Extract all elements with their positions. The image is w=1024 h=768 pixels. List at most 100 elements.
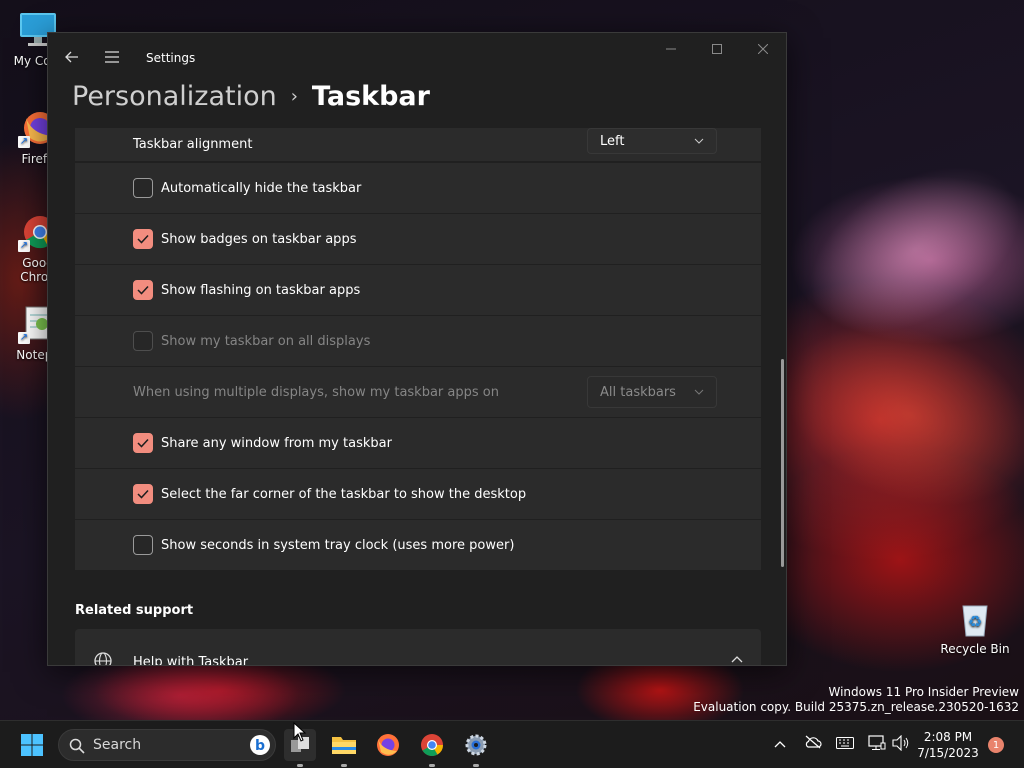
far-corner-show-desktop-row[interactable]: Select the far corner of the taskbar to …: [75, 469, 761, 519]
firefox-icon: [377, 734, 399, 756]
search-placeholder: Search: [93, 737, 142, 753]
shortcut-arrow-icon: ↗: [18, 240, 30, 252]
setting-label: Share any window from my taskbar: [161, 435, 392, 451]
back-button[interactable]: [60, 45, 84, 69]
settings-window: Settings Personalization › Taskbar Taskb…: [47, 32, 787, 666]
hamburger-menu-icon: [105, 51, 119, 63]
taskbar-alignment-row: Taskbar alignment Left: [75, 128, 761, 161]
volume-tray-button[interactable]: [892, 734, 910, 755]
checkmark-icon: [137, 438, 149, 448]
keyboard-icon: [836, 737, 854, 749]
taskbar-search-box[interactable]: Search b: [58, 729, 276, 761]
setting-label: Help with Taskbar: [133, 655, 249, 666]
cloud-off-icon: [805, 735, 822, 749]
shortcut-arrow-icon: ↗: [18, 332, 30, 344]
show-flashing-row[interactable]: Show flashing on taskbar apps: [75, 265, 761, 315]
globe-icon: [94, 652, 112, 665]
clock-date: 7/15/2023: [917, 746, 979, 760]
checkmark-icon: [137, 489, 149, 499]
desktop-icon-label: Recycle Bin: [940, 642, 1010, 656]
close-icon: [758, 44, 768, 54]
setting-label: Show seconds in system tray clock (uses …: [161, 537, 515, 553]
chrome-taskbar-button[interactable]: [416, 729, 448, 767]
related-support-heading: Related support: [75, 603, 194, 618]
chevron-down-icon: [694, 138, 704, 144]
running-indicator: [473, 764, 479, 767]
watermark-line: Evaluation copy. Build 25375.zn_release.…: [693, 700, 1019, 714]
menu-button[interactable]: [100, 45, 124, 69]
taskbar: Search b 2:08 PM 7/15/2023 1: [0, 720, 1024, 768]
checkmark-icon: [137, 234, 149, 244]
bing-icon: b: [250, 735, 270, 755]
network-tray-button[interactable]: [868, 735, 886, 755]
auto-hide-taskbar-checkbox[interactable]: [133, 178, 153, 198]
keyboard-tray-button[interactable]: [836, 737, 854, 753]
app-title: Settings: [146, 51, 196, 65]
maximize-button[interactable]: [694, 33, 740, 65]
setting-label: Show badges on taskbar apps: [161, 231, 357, 247]
folder-icon: [332, 737, 356, 754]
chevron-up-icon[interactable]: [731, 655, 743, 663]
share-window-row[interactable]: Share any window from my taskbar: [75, 418, 761, 468]
checkmark-icon: [137, 285, 149, 295]
share-window-checkbox[interactable]: [133, 433, 153, 453]
svg-text:b: b: [255, 738, 265, 754]
start-button[interactable]: [16, 729, 48, 761]
minimize-button[interactable]: [648, 33, 694, 65]
onedrive-tray-button[interactable]: [804, 735, 822, 753]
network-monitor-icon: [868, 735, 886, 750]
show-seconds-row[interactable]: Show seconds in system tray clock (uses …: [75, 520, 761, 570]
show-hidden-icons-button[interactable]: [774, 737, 786, 752]
chevron-up-icon: [774, 741, 786, 748]
shortcut-arrow-icon: ↗: [18, 136, 30, 148]
file-explorer-button[interactable]: [328, 729, 360, 767]
taskbar-clock[interactable]: 2:08 PM 7/15/2023: [916, 729, 980, 761]
running-indicator: [297, 764, 303, 767]
clock-time: 2:08 PM: [923, 730, 973, 744]
title-bar: Settings: [48, 33, 786, 83]
watermark-line: Windows 11 Pro Insider Preview: [828, 685, 1019, 699]
running-indicator: [429, 764, 435, 767]
breadcrumb-separator-icon: ›: [290, 86, 298, 107]
show-on-all-displays-row: Show my taskbar on all displays: [75, 316, 761, 366]
multiple-displays-row: When using multiple displays, show my ta…: [75, 367, 761, 417]
desktop-icon-recycle-bin[interactable]: ♻ Recycle Bin: [940, 598, 1010, 656]
firefox-taskbar-button[interactable]: [372, 729, 404, 761]
scrollbar-thumb[interactable]: [781, 359, 784, 567]
search-icon: [69, 738, 85, 754]
auto-hide-taskbar-row[interactable]: Automatically hide the taskbar: [75, 163, 761, 213]
show-on-all-displays-checkbox: [133, 331, 153, 351]
mouse-cursor-icon: [293, 722, 307, 742]
far-corner-show-desktop-checkbox[interactable]: [133, 484, 153, 504]
setting-label: Show my taskbar on all displays: [161, 333, 371, 349]
setting-label: Show flashing on taskbar apps: [161, 282, 361, 298]
show-badges-checkbox[interactable]: [133, 229, 153, 249]
breadcrumb: Personalization › Taskbar: [72, 81, 430, 112]
settings-taskbar-button[interactable]: [460, 729, 492, 767]
setting-label: When using multiple displays, show my ta…: [133, 384, 499, 400]
speaker-icon: [892, 734, 909, 752]
show-flashing-checkbox[interactable]: [133, 280, 153, 300]
setting-label: Taskbar alignment: [133, 137, 253, 152]
show-badges-row[interactable]: Show badges on taskbar apps: [75, 214, 761, 264]
taskbar-alignment-dropdown[interactable]: Left: [587, 128, 717, 154]
setting-label: Select the far corner of the taskbar to …: [161, 486, 527, 502]
notification-badge[interactable]: 1: [988, 737, 1004, 753]
setting-label: Automatically hide the taskbar: [161, 180, 362, 196]
maximize-icon: [712, 44, 722, 54]
gear-icon: [465, 734, 487, 756]
page-title: Taskbar: [311, 81, 430, 112]
breadcrumb-personalization[interactable]: Personalization: [72, 81, 277, 112]
show-seconds-checkbox[interactable]: [133, 535, 153, 555]
close-button[interactable]: [740, 33, 786, 65]
evaluation-watermark: Windows 11 Pro Insider Preview Evaluatio…: [693, 685, 1019, 715]
running-indicator: [341, 764, 347, 767]
dropdown-value: Left: [600, 133, 625, 149]
multiple-displays-dropdown: All taskbars: [587, 376, 717, 408]
chrome-icon: [421, 734, 443, 756]
recycle-bin-icon: ♻: [955, 598, 995, 638]
chevron-down-icon: [694, 389, 704, 395]
help-with-taskbar-row[interactable]: Help with Taskbar: [75, 629, 761, 666]
arrow-left-icon: [65, 51, 78, 63]
dropdown-value: All taskbars: [600, 384, 676, 400]
